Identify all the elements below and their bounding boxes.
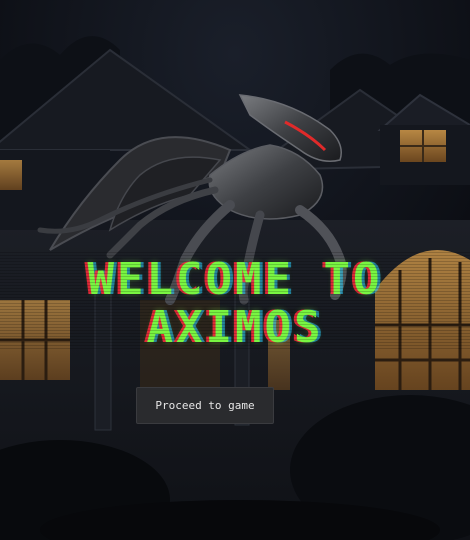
title-line-2: AXIMOS xyxy=(146,302,324,353)
proceed-to-game-button[interactable]: Proceed to game xyxy=(136,387,274,424)
welcome-screen: WELCOME TO AXIMOS Proceed to game xyxy=(0,0,470,540)
welcome-title: WELCOME TO AXIMOS xyxy=(0,258,470,350)
title-line-1: WELCOME TO xyxy=(87,254,383,305)
